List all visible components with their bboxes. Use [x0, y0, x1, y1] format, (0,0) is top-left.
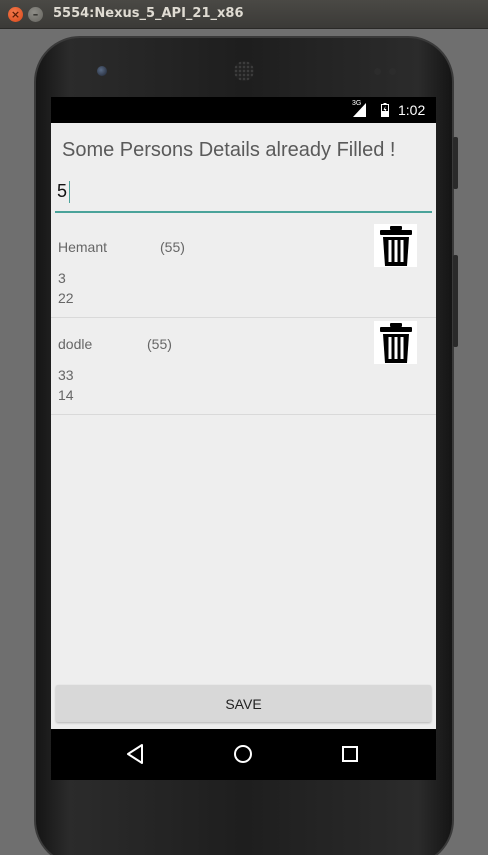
- number-input-value: 5: [57, 181, 68, 201]
- person-detail-2: 14: [58, 387, 74, 403]
- text-cursor: [69, 181, 70, 203]
- sensor-icon: [374, 68, 381, 75]
- battery-icon: [381, 103, 389, 117]
- list-item: Hemant (55) 3 22: [51, 221, 436, 318]
- status-time: 1:02: [398, 102, 426, 118]
- power-button[interactable]: [453, 137, 458, 189]
- person-age: (55): [160, 239, 185, 255]
- page-title: Some Persons Details already Filled !: [62, 139, 396, 161]
- close-window-button[interactable]: ×: [8, 7, 23, 22]
- person-list: Hemant (55) 3 22 dodle (55) 33 14: [51, 221, 436, 415]
- navigation-bar: [51, 729, 436, 780]
- person-age: (55): [147, 336, 172, 352]
- front-camera-icon: [97, 66, 107, 76]
- person-detail-1: 3: [58, 270, 66, 286]
- speaker-grille-icon: [234, 61, 254, 81]
- trash-icon: [379, 225, 412, 266]
- home-circle-icon[interactable]: [230, 741, 256, 767]
- device-screen: 3G 1:02 Some Persons Details already Fil…: [51, 97, 436, 780]
- minimize-window-button[interactable]: –: [28, 7, 43, 22]
- recents-square-icon[interactable]: [337, 741, 363, 767]
- sensor-icon: [389, 68, 396, 75]
- window-title: 5554:Nexus_5_API_21_x86: [53, 6, 244, 21]
- person-detail-1: 33: [58, 367, 74, 383]
- back-triangle-icon[interactable]: [123, 741, 149, 767]
- number-input[interactable]: 5: [55, 175, 432, 213]
- person-detail-2: 22: [58, 290, 74, 306]
- person-name: Hemant: [58, 239, 108, 255]
- signal-icon: [353, 103, 366, 117]
- window-titlebar: × – 5554:Nexus_5_API_21_x86: [0, 0, 488, 29]
- volume-button[interactable]: [453, 255, 458, 347]
- delete-person-button[interactable]: [374, 224, 417, 267]
- save-button[interactable]: SAVE: [56, 685, 431, 722]
- delete-person-button[interactable]: [374, 321, 417, 364]
- person-name: dodle: [58, 336, 93, 352]
- list-item: dodle (55) 33 14: [51, 318, 436, 415]
- trash-icon: [379, 322, 412, 363]
- status-bar: 3G 1:02: [51, 97, 436, 123]
